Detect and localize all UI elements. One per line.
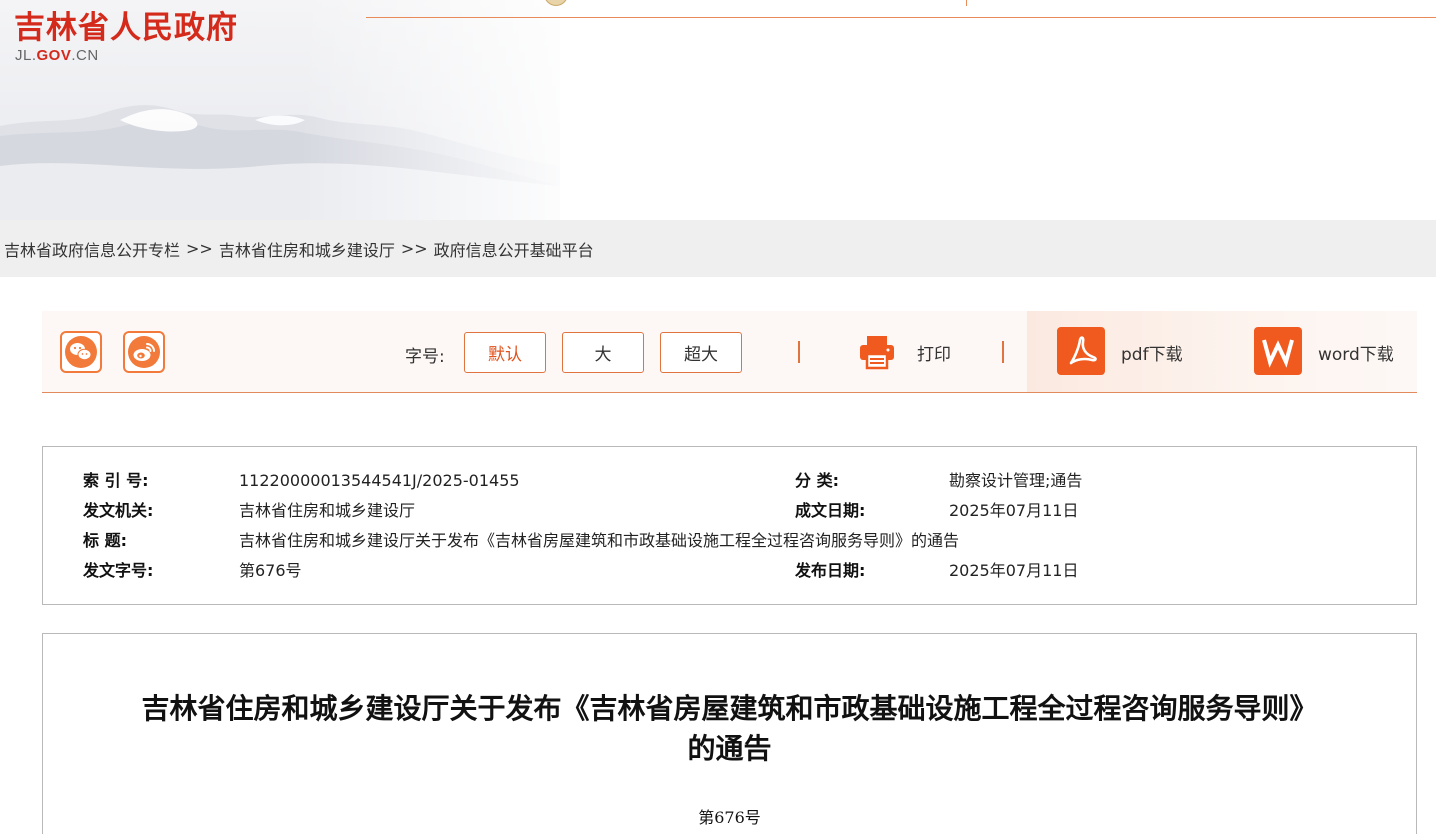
word-icon [1262,339,1294,368]
meta-category-label: 分 类: [795,471,839,490]
document-metadata: 索 引 号: 11220000013544541J/2025-01455 分 类… [42,446,1417,605]
font-size-xlarge-button[interactable]: 超大 [660,332,742,373]
meta-category-value: 勘察设计管理;通告 [949,471,1083,490]
article-doc-number: 第676号 [698,808,761,827]
breadcrumb-separator: >> [400,239,428,258]
meta-doc-number-label: 发文字号: [83,561,154,580]
toolbar-divider [1002,341,1004,363]
pdf-download-icon[interactable] [1057,327,1105,375]
font-size-default-button[interactable]: 默认 [464,332,546,373]
header-divider [366,17,1436,18]
breadcrumb-item-housing-department[interactable]: 吉林省住房和城乡建设厅 [219,237,395,261]
word-download-button[interactable]: word下载 [1318,340,1394,365]
meta-written-date-label: 成文日期: [795,501,866,520]
article-title-line-2: 的通告 [687,732,772,765]
meta-doc-number-value: 第676号 [239,561,302,580]
breadcrumb-item-info-platform[interactable]: 政府信息公开基础平台 [434,237,594,261]
meta-written-date-value: 2025年07月11日 [949,501,1079,520]
pdf-download-button[interactable]: pdf下载 [1121,340,1183,365]
word-download-icon[interactable] [1254,327,1302,375]
print-button[interactable]: 打印 [917,340,951,365]
meta-row-index: 索 引 号: 11220000013544541J/2025-01455 分 类… [83,470,1383,492]
article-toolbar: 字号: 默认 大 超大 打印 pdf下载 word下载 [42,311,1417,393]
breadcrumb: 吉林省政府信息公开专栏 >> 吉林省住房和城乡建设厅 >> 政府信息公开基础平台 [0,220,1436,277]
site-header: 吉林省人民政府 JL.GOV.CN [0,0,1436,220]
breadcrumb-item-info-column[interactable]: 吉林省政府信息公开专栏 [4,237,180,261]
header-divider-tick [966,0,967,6]
meta-row-doc-number: 发文字号: 第676号 发布日期: 2025年07月11日 [83,560,1383,582]
meta-row-title: 标 题: 吉林省住房和城乡建设厅关于发布《吉林省房屋建筑和市政基础设施工程全过程… [83,530,1383,552]
article-title-line-1: 吉林省住房和城乡建设厅关于发布《吉林省房屋建筑和市政基础设施工程全过程咨询服务导… [141,692,1318,725]
share-wechat-button[interactable] [60,331,102,373]
meta-issuer-label: 发文机关: [83,501,154,520]
breadcrumb-separator: >> [186,239,213,258]
wechat-icon [65,336,97,368]
pdf-icon [1069,336,1097,365]
article-content: 吉林省住房和城乡建设厅关于发布《吉林省房屋建筑和市政基础设施工程全过程咨询服务导… [42,633,1417,834]
meta-publish-date-value: 2025年07月11日 [949,561,1079,580]
meta-issuer-value: 吉林省住房和城乡建设厅 [239,501,416,520]
site-domain: JL.GOV.CN [15,47,99,64]
meta-index-label: 索 引 号: [83,471,149,490]
site-title[interactable]: 吉林省人民政府 [14,2,238,47]
meta-row-issuer: 发文机关: 吉林省住房和城乡建设厅 成文日期: 2025年07月11日 [83,500,1383,522]
font-size-large-button[interactable]: 大 [562,332,644,373]
article-title: 吉林省住房和城乡建设厅关于发布《吉林省房屋建筑和市政基础设施工程全过程咨询服务导… [43,689,1416,769]
printer-icon[interactable] [857,332,897,372]
meta-title-value: 吉林省住房和城乡建设厅关于发布《吉林省房屋建筑和市政基础设施工程全过程咨询服务导… [239,531,960,550]
meta-index-value: 11220000013544541J/2025-01455 [239,471,520,490]
meta-publish-date-label: 发布日期: [795,561,866,580]
toolbar-divider [798,341,800,363]
font-size-label: 字号: [405,347,445,367]
share-weibo-button[interactable] [123,331,165,373]
weibo-icon [128,336,160,368]
meta-title-label: 标 题: [83,531,127,550]
